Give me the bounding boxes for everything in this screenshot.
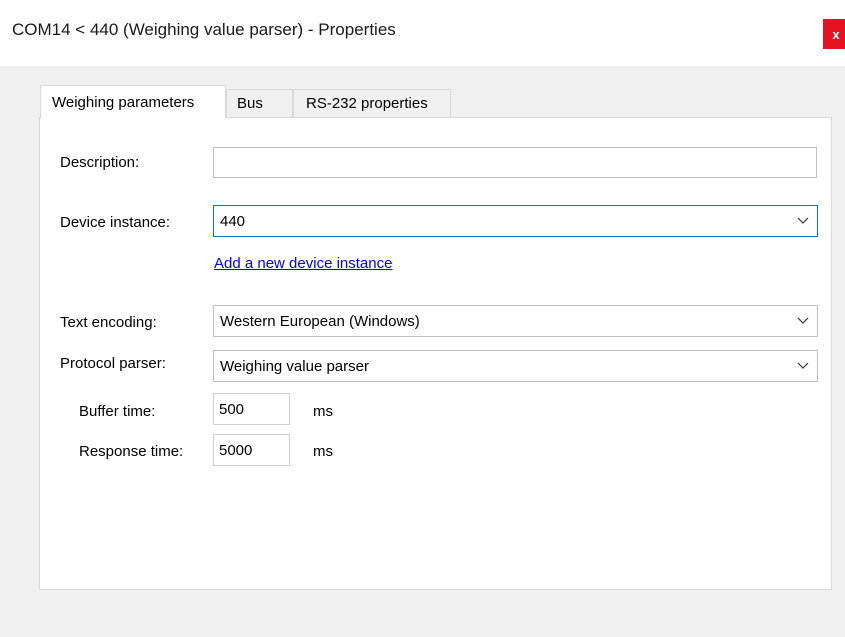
tab-label: Weighing parameters (52, 94, 195, 111)
protocol-parser-label: Protocol parser: (60, 355, 166, 372)
device-instance-select[interactable]: 440 (213, 205, 818, 237)
title-bar: COM14 < 440 (Weighing value parser) - Pr… (0, 0, 845, 66)
text-encoding-select[interactable]: Western European (Windows) (213, 305, 818, 337)
device-instance-label: Device instance: (60, 214, 171, 231)
buffer-time-unit: ms (313, 403, 333, 420)
tab-label: RS-232 properties (306, 95, 428, 112)
tab-weighing-parameters[interactable]: Weighing parameters (40, 85, 226, 119)
close-button[interactable]: x (823, 19, 845, 49)
response-time-unit: ms (313, 443, 333, 460)
chevron-down-icon (789, 306, 817, 336)
tab-bus[interactable]: Bus (226, 89, 293, 117)
properties-window: COM14 < 440 (Weighing value parser) - Pr… (0, 0, 845, 637)
tab-label: Bus (237, 95, 263, 112)
chevron-down-icon (789, 351, 817, 381)
response-time-label: Response time: (79, 443, 184, 460)
device-instance-value: 440 (220, 212, 246, 230)
text-encoding-label: Text encoding: (60, 314, 157, 331)
description-label: Description: (60, 154, 140, 171)
protocol-parser-select[interactable]: Weighing value parser (213, 350, 818, 382)
description-field[interactable] (213, 147, 817, 178)
tab-rs232-properties[interactable]: RS-232 properties (293, 89, 451, 117)
buffer-time-label: Buffer time: (79, 403, 156, 420)
chevron-down-icon (789, 206, 817, 236)
text-encoding-value: Western European (Windows) (220, 312, 420, 330)
add-device-instance-link[interactable]: Add a new device instance (214, 255, 392, 272)
window-title: COM14 < 440 (Weighing value parser) - Pr… (12, 20, 396, 39)
close-icon: x (832, 26, 840, 42)
buffer-time-field[interactable] (213, 393, 290, 425)
tab-panel-weighing-parameters: Description: Device instance: 440 Add a … (39, 117, 832, 590)
protocol-parser-value: Weighing value parser (220, 357, 369, 375)
response-time-field[interactable] (213, 434, 290, 466)
